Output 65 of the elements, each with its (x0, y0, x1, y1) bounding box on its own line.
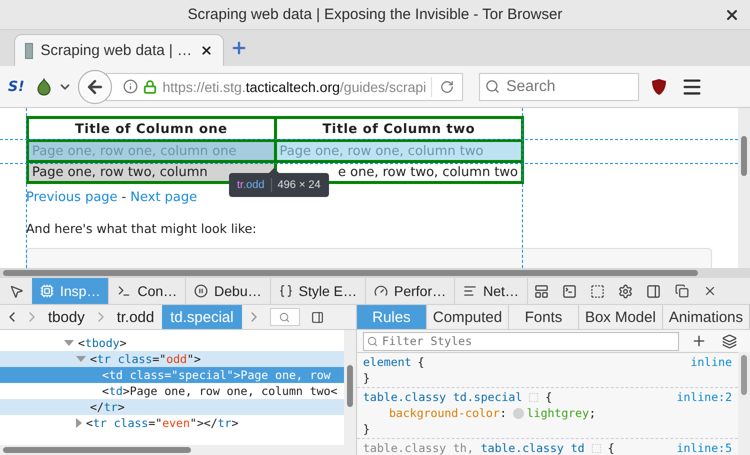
source-link[interactable]: inline:5 (676, 441, 732, 455)
brace: { (545, 390, 552, 404)
extension-logo[interactable]: S! (8, 78, 24, 94)
search-icon (485, 78, 500, 94)
lines-icon (463, 284, 478, 298)
selector: table.classy td.special (363, 390, 522, 404)
search-button[interactable] (270, 308, 300, 326)
shield-icon[interactable] (651, 78, 668, 96)
markup-node[interactable]: </tr> (0, 399, 344, 415)
table-cell: Page one, row one, column one (28, 140, 275, 162)
scrollbar[interactable] (0, 445, 344, 455)
scrollbar[interactable] (0, 268, 750, 278)
lock-icon (143, 80, 158, 94)
devtools-tab[interactable]: Debu… (186, 278, 271, 304)
braces-icon (278, 284, 293, 298)
close-icon[interactable] (724, 7, 740, 23)
sidebar-tab[interactable]: Computed (426, 305, 510, 329)
devtools-tab[interactable]: Con… (109, 278, 186, 304)
scrollbar[interactable] (344, 330, 356, 455)
markup-node[interactable]: <tr class="odd"> (0, 351, 344, 367)
window-title: Scraping web data | Exposing the Invisible - Tor Browser (188, 6, 562, 23)
devtools-tab[interactable]: Net… (455, 278, 528, 304)
page-link[interactable]: Next page (130, 190, 198, 205)
column-header: Title of Column one (28, 118, 275, 140)
brace: { (608, 441, 615, 455)
info-icon[interactable] (123, 79, 138, 94)
markup-node[interactable]: <td>Page one, row one, column two< (0, 383, 344, 399)
selector: table.classy th, table.classy td (363, 441, 585, 455)
paragraph: And here's what that might look like: (26, 221, 258, 236)
breadcrumb[interactable]: tr.odd (108, 305, 162, 329)
browser-tab[interactable]: Scraping web data | … (14, 34, 224, 66)
close-icon[interactable] (200, 44, 213, 57)
search-field[interactable]: Search (479, 72, 640, 100)
table-cell: Page one, row one, column two (275, 140, 522, 162)
prompt-icon (117, 284, 132, 298)
scrollbar[interactable] (738, 352, 750, 455)
pause-icon (194, 284, 208, 298)
scrollbar[interactable] (738, 108, 750, 268)
twisty-icon[interactable] (76, 418, 82, 428)
filter-field[interactable]: Filter Styles (363, 332, 679, 350)
sidebar-tab[interactable]: Fonts (509, 305, 579, 329)
brace: } (363, 371, 370, 385)
search-icon (367, 336, 378, 346)
source-link[interactable]: inline:2 (676, 390, 732, 404)
search-icon (279, 312, 290, 322)
favicon (25, 42, 33, 58)
selector: element (363, 355, 412, 369)
declaration: background-color: lightgrey; (388, 405, 597, 421)
sidebar-tab[interactable]: Box Model (578, 305, 663, 329)
markup-node[interactable]: <tr class="even"></tr> (0, 415, 344, 431)
brace: } (363, 422, 370, 436)
brace: { (417, 355, 424, 369)
sidebar-tab[interactable]: Animations (662, 305, 750, 329)
url-field[interactable]: https://eti.stg.tacticaltech.org/guides/scrapi (106, 72, 464, 100)
color-swatch[interactable] (512, 408, 524, 418)
separator: - (122, 190, 126, 205)
breadcrumb[interactable]: tbody (40, 305, 93, 329)
source-link[interactable]: inline (690, 355, 732, 369)
gauge-icon (374, 284, 388, 298)
chip-icon (40, 284, 54, 298)
devtools-tab[interactable]: Perfor… (366, 278, 456, 304)
page-link[interactable]: Previous page (26, 190, 118, 205)
devtools-tab[interactable]: Style E… (270, 278, 366, 304)
onion-icon[interactable] (36, 78, 52, 96)
back-button[interactable] (78, 70, 112, 104)
